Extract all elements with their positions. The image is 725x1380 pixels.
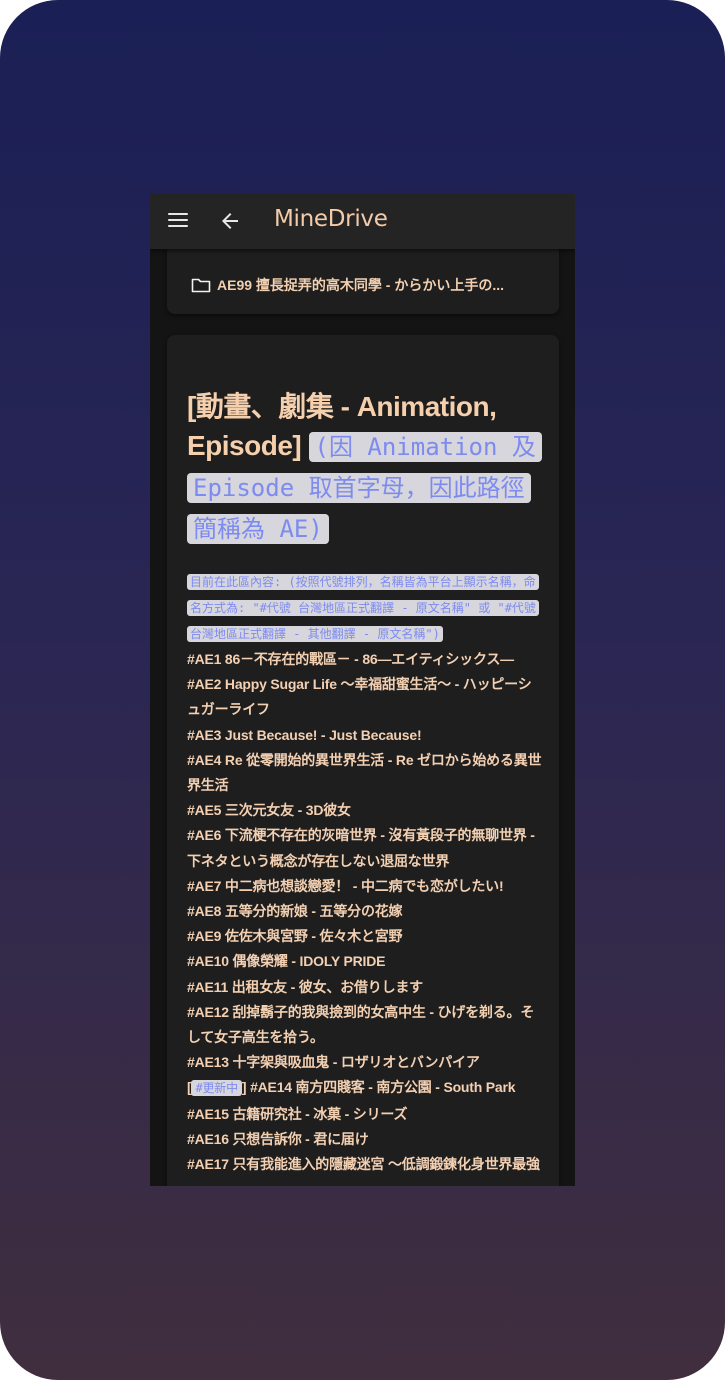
list-item: #AE8 五等分的新娘 - 五等分の花嫁 bbox=[187, 903, 403, 920]
content-card: [動畫、劇集 - Animation, Episode] (因 Animatio… bbox=[167, 335, 559, 1186]
list-item: #AE2 Happy Sugar Life ～幸福甜蜜生活～ - ハッピーシュガ… bbox=[187, 676, 532, 718]
list-item: #AE5 三次元女友 - 3D彼女 bbox=[187, 802, 351, 819]
list-item-updating: [#更新中] #AE14 南方四賤客 - 南方公園 - South Park bbox=[187, 1075, 543, 1101]
folder-card[interactable]: AE99 擅長捉弄的高木同學 - からかい上手の... bbox=[167, 243, 559, 314]
section-description: 目前在此區內容: (按照代號排列，名稱皆為平台上顯示名稱，命名方式為: "#代號… bbox=[187, 569, 543, 647]
description-text: 目前在此區內容: (按照代號排列，名稱皆為平台上顯示名稱，命名方式為: "#代號… bbox=[187, 574, 539, 642]
list-item: #AE10 偶像榮耀 - IDOLY PRIDE bbox=[187, 953, 386, 970]
updating-badge: #更新中 bbox=[191, 1080, 242, 1097]
app-title: MineDrive bbox=[274, 206, 388, 232]
folder-icon bbox=[191, 278, 211, 293]
device-frame: MineDrive AE99 擅長捉弄的高木同學 - からかい上手の... [動… bbox=[0, 0, 725, 1380]
list-item: #AE7 中二病也想談戀愛！ - 中二病でも恋がしたい! bbox=[187, 877, 504, 894]
list-item: #AE11 出租女友 - 彼女、お借りします bbox=[187, 978, 423, 995]
list-item: #AE13 十字架與吸血鬼 - ロザリオとバンパイア bbox=[187, 1054, 480, 1071]
list-item: #AE1 86－不存在的戰區－ - 86―エイティシックス― bbox=[187, 651, 514, 667]
list-item: #AE4 Re 從零開始的異世界生活 - Re ゼロから始める異世界生活 bbox=[187, 751, 542, 794]
list-item: #AE16 只想告訴你 - 君に届け bbox=[187, 1130, 369, 1147]
list-item: #AE15 古籍研究社 - 冰菓 - シリーズ bbox=[187, 1105, 408, 1122]
section-heading: [動畫、劇集 - Animation, Episode] (因 Animatio… bbox=[187, 387, 543, 549]
series-list: #AE1 86－不存在的戰區－ - 86―エイティシックス― #AE2 Happ… bbox=[187, 647, 543, 1186]
menu-icon[interactable] bbox=[168, 213, 188, 229]
app-bar: MineDrive bbox=[150, 193, 575, 249]
folder-label: AE99 擅長捉弄的高木同學 - からかい上手の... bbox=[217, 277, 505, 293]
list-item: #AE6 下流梗不存在的灰暗世界 - 沒有黃段子的無聊世界 - 下ネタという概念… bbox=[187, 827, 535, 869]
list-item: #AE12 刮掉鬍子的我與撿到的女高中生 - ひげを剃る。そして女子高生を拾う。 bbox=[187, 1003, 535, 1046]
back-arrow-icon[interactable] bbox=[218, 209, 242, 233]
list-item: #AE17 只有我能進入的隱藏迷宮 ～低調鍛鍊化身世界最強～ bbox=[187, 1156, 540, 1186]
list-item: #AE9 佐佐木與宮野 - 佐々木と宮野 bbox=[187, 928, 403, 945]
list-item: #AE3 Just Because! - Just Because! bbox=[187, 726, 422, 743]
content-body: [動畫、劇集 - Animation, Episode] (因 Animatio… bbox=[187, 387, 543, 1186]
app-screen: MineDrive AE99 擅長捉弄的高木同學 - からかい上手の... [動… bbox=[150, 193, 575, 1186]
folder-row[interactable]: AE99 擅長捉弄的高木同學 - からかい上手の... bbox=[191, 275, 504, 295]
updating-item-text: #AE14 南方四賤客 - 南方公園 - South Park bbox=[246, 1079, 516, 1096]
